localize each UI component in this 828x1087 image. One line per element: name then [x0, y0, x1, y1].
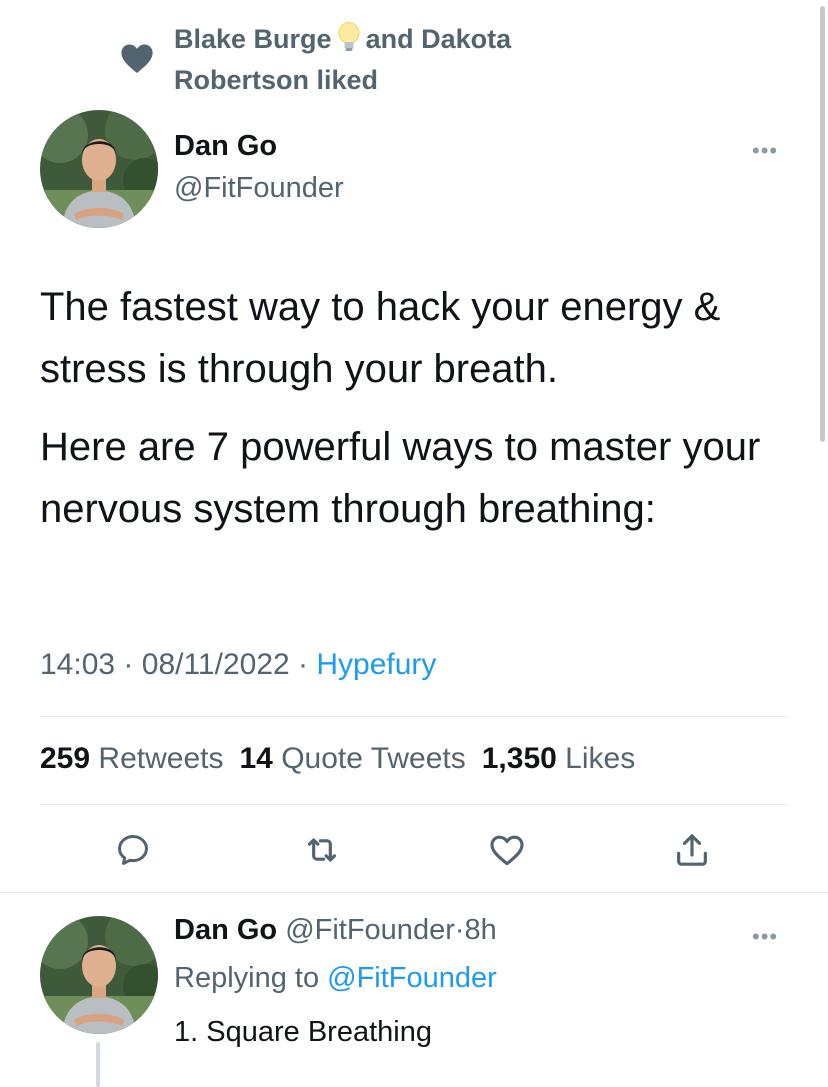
reply-more-options-button[interactable]: ••• — [752, 926, 778, 948]
tweet-time[interactable]: 14:03 — [40, 648, 115, 681]
scrollbar[interactable] — [820, 6, 825, 442]
quotes-label: Quote Tweets — [281, 742, 466, 775]
author-avatar[interactable] — [40, 110, 158, 228]
retweets-count: 259 — [40, 742, 91, 775]
meta-separator: · — [123, 648, 134, 681]
reply-author-name[interactable]: Dan Go — [174, 914, 277, 946]
divider — [40, 716, 788, 717]
reply-icon — [118, 835, 148, 865]
divider — [40, 804, 788, 805]
retweets-stat[interactable]: 259 Retweets — [40, 742, 223, 775]
replying-prefix: Replying to — [174, 962, 320, 994]
tweet-date[interactable]: 08/11/2022 — [142, 648, 290, 681]
tweet-metadata: 14:03 · 08/11/2022 · Hypefury — [40, 648, 436, 682]
replying-mention-link[interactable]: @FitFounder — [327, 962, 497, 994]
tweet-text: The fastest way to hack your energy & st… — [40, 276, 800, 540]
lightbulb-icon — [338, 22, 360, 63]
thread-line — [96, 1042, 100, 1087]
reply-text: 1. Square Breathing — [174, 1016, 432, 1048]
reply-author-handle[interactable]: @FitFounder — [285, 914, 455, 946]
liker-name[interactable]: Blake Burge — [174, 24, 332, 54]
likes-stat[interactable]: 1,350 Likes — [482, 742, 635, 775]
replying-to: Replying to @FitFounder — [174, 962, 497, 995]
reply-header: Dan Go @FitFounder·8h — [174, 914, 497, 947]
tweet-source-link[interactable]: Hypefury — [316, 648, 436, 681]
author-handle[interactable]: @FitFounder — [174, 172, 344, 205]
reply-age[interactable]: 8h — [465, 914, 497, 946]
retweets-label: Retweets — [98, 742, 224, 775]
tweet-stats: 259 Retweets 14 Quote Tweets 1,350 Likes — [40, 742, 635, 776]
heart-icon — [121, 44, 153, 74]
more-options-button[interactable]: ••• — [752, 140, 778, 162]
meta-separator: · — [298, 648, 309, 681]
like-button[interactable] — [485, 828, 529, 872]
tweet-paragraph: The fastest way to hack your energy & st… — [40, 285, 721, 391]
likes-label: Likes — [565, 742, 636, 775]
retweet-icon — [307, 838, 337, 862]
share-icon — [677, 834, 707, 866]
tweet-paragraph: Here are 7 powerful ways to master your … — [40, 425, 761, 531]
reply-button[interactable] — [111, 828, 155, 872]
social-context-text[interactable]: Blake Burge and Dakota Robertson liked — [174, 22, 594, 98]
meta-separator: · — [454, 914, 465, 946]
retweet-button[interactable] — [300, 828, 344, 872]
share-button[interactable] — [670, 828, 714, 872]
likes-count: 1,350 — [481, 742, 557, 775]
quotes-count: 14 — [239, 742, 273, 775]
divider — [0, 892, 828, 893]
quotes-stat[interactable]: 14 Quote Tweets — [239, 742, 465, 775]
like-icon — [490, 835, 524, 866]
reply-author-avatar[interactable] — [40, 916, 158, 1034]
author-name[interactable]: Dan Go — [174, 130, 277, 163]
